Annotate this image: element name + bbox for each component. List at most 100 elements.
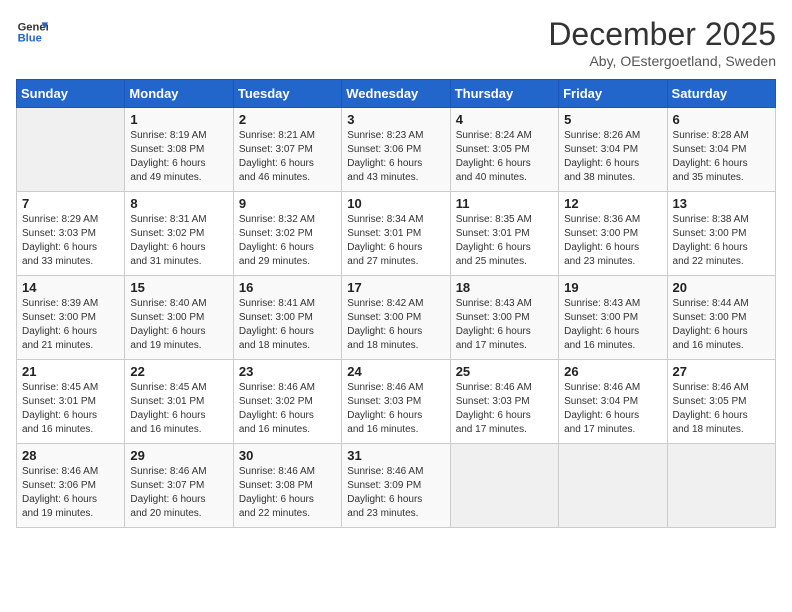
location-subtitle: Aby, OEstergoetland, Sweden	[548, 53, 776, 69]
day-content: Sunrise: 8:26 AM Sunset: 3:04 PM Dayligh…	[564, 129, 661, 185]
day-content: Sunrise: 8:46 AM Sunset: 3:03 PM Dayligh…	[347, 381, 444, 437]
calendar-cell: 26 Sunrise: 8:46 AM Sunset: 3:04 PM Dayli…	[559, 360, 667, 444]
weekday-header-saturday: Saturday	[667, 80, 775, 108]
day-number: 30	[239, 448, 336, 463]
day-number: 8	[130, 196, 227, 211]
day-content: Sunrise: 8:46 AM Sunset: 3:09 PM Dayligh…	[347, 465, 444, 521]
day-content: Sunrise: 8:43 AM Sunset: 3:00 PM Dayligh…	[564, 297, 661, 353]
weekday-header-wednesday: Wednesday	[342, 80, 450, 108]
day-number: 16	[239, 280, 336, 295]
logo: General Blue	[16, 16, 48, 48]
calendar-cell: 6 Sunrise: 8:28 AM Sunset: 3:04 PM Daylig…	[667, 108, 775, 192]
day-number: 23	[239, 364, 336, 379]
week-row-2: 7Sunrise: 8:29 AM Sunset: 3:03 PM Daylig…	[17, 192, 776, 276]
day-number: 24	[347, 364, 444, 379]
day-content: Sunrise: 8:29 AM Sunset: 3:03 PM Dayligh…	[22, 213, 119, 269]
calendar-cell: 13 Sunrise: 8:38 AM Sunset: 3:00 PM Dayli…	[667, 192, 775, 276]
day-content: Sunrise: 8:19 AM Sunset: 3:08 PM Dayligh…	[130, 129, 227, 185]
day-content: Sunrise: 8:46 AM Sunset: 3:04 PM Dayligh…	[564, 381, 661, 437]
day-number: 22	[130, 364, 227, 379]
page-header: General Blue December 2025 Aby, OEstergo…	[16, 16, 776, 69]
day-number: 2	[239, 112, 336, 127]
calendar-cell	[559, 444, 667, 528]
day-number: 18	[456, 280, 553, 295]
day-content: Sunrise: 8:42 AM Sunset: 3:00 PM Dayligh…	[347, 297, 444, 353]
weekday-header-tuesday: Tuesday	[233, 80, 341, 108]
day-content: Sunrise: 8:46 AM Sunset: 3:02 PM Dayligh…	[239, 381, 336, 437]
day-number: 4	[456, 112, 553, 127]
day-content: Sunrise: 8:46 AM Sunset: 3:08 PM Dayligh…	[239, 465, 336, 521]
calendar-cell	[17, 108, 125, 192]
day-number: 13	[673, 196, 770, 211]
day-number: 26	[564, 364, 661, 379]
calendar-cell: 18 Sunrise: 8:43 AM Sunset: 3:00 PM Dayli…	[450, 276, 558, 360]
day-number: 6	[673, 112, 770, 127]
day-content: Sunrise: 8:46 AM Sunset: 3:06 PM Dayligh…	[22, 465, 119, 521]
calendar-cell: 17 Sunrise: 8:42 AM Sunset: 3:00 PM Dayli…	[342, 276, 450, 360]
calendar-cell: 25Sunrise: 8:46 AM Sunset: 3:03 PM Dayli…	[450, 360, 558, 444]
calendar-cell: 23 Sunrise: 8:46 AM Sunset: 3:02 PM Dayli…	[233, 360, 341, 444]
day-content: Sunrise: 8:45 AM Sunset: 3:01 PM Dayligh…	[22, 381, 119, 437]
calendar-cell: 12Sunrise: 8:36 AM Sunset: 3:00 PM Dayli…	[559, 192, 667, 276]
day-number: 17	[347, 280, 444, 295]
day-number: 19	[564, 280, 661, 295]
day-number: 28	[22, 448, 119, 463]
calendar-cell: 28 Sunrise: 8:46 AM Sunset: 3:06 PM Dayli…	[17, 444, 125, 528]
calendar-cell: 16Sunrise: 8:41 AM Sunset: 3:00 PM Dayli…	[233, 276, 341, 360]
day-number: 21	[22, 364, 119, 379]
calendar-cell: 14 Sunrise: 8:39 AM Sunset: 3:00 PM Dayli…	[17, 276, 125, 360]
day-number: 14	[22, 280, 119, 295]
title-block: December 2025 Aby, OEstergoetland, Swede…	[548, 16, 776, 69]
calendar-cell: 27 Sunrise: 8:46 AM Sunset: 3:05 PM Dayli…	[667, 360, 775, 444]
day-number: 3	[347, 112, 444, 127]
calendar-cell: 4 Sunrise: 8:24 AM Sunset: 3:05 PM Daylig…	[450, 108, 558, 192]
day-content: Sunrise: 8:31 AM Sunset: 3:02 PM Dayligh…	[130, 213, 227, 269]
day-content: Sunrise: 8:34 AM Sunset: 3:01 PM Dayligh…	[347, 213, 444, 269]
month-title: December 2025	[548, 16, 776, 53]
day-number: 10	[347, 196, 444, 211]
day-number: 31	[347, 448, 444, 463]
calendar-header-row: SundayMondayTuesdayWednesdayThursdayFrid…	[17, 80, 776, 108]
calendar-cell	[667, 444, 775, 528]
calendar-cell: 10 Sunrise: 8:34 AM Sunset: 3:01 PM Dayli…	[342, 192, 450, 276]
day-content: Sunrise: 8:38 AM Sunset: 3:00 PM Dayligh…	[673, 213, 770, 269]
day-number: 11	[456, 196, 553, 211]
calendar-cell: 31 Sunrise: 8:46 AM Sunset: 3:09 PM Dayli…	[342, 444, 450, 528]
calendar-cell: 7Sunrise: 8:29 AM Sunset: 3:03 PM Daylig…	[17, 192, 125, 276]
calendar-cell: 15Sunrise: 8:40 AM Sunset: 3:00 PM Dayli…	[125, 276, 233, 360]
day-content: Sunrise: 8:36 AM Sunset: 3:00 PM Dayligh…	[564, 213, 661, 269]
calendar-cell: 5Sunrise: 8:26 AM Sunset: 3:04 PM Daylig…	[559, 108, 667, 192]
calendar-cell: 24 Sunrise: 8:46 AM Sunset: 3:03 PM Dayli…	[342, 360, 450, 444]
day-content: Sunrise: 8:40 AM Sunset: 3:00 PM Dayligh…	[130, 297, 227, 353]
week-row-1: 1Sunrise: 8:19 AM Sunset: 3:08 PM Daylig…	[17, 108, 776, 192]
day-content: Sunrise: 8:32 AM Sunset: 3:02 PM Dayligh…	[239, 213, 336, 269]
day-number: 27	[673, 364, 770, 379]
calendar-cell: 2 Sunrise: 8:21 AM Sunset: 3:07 PM Daylig…	[233, 108, 341, 192]
day-number: 29	[130, 448, 227, 463]
calendar-cell: 29 Sunrise: 8:46 AM Sunset: 3:07 PM Dayli…	[125, 444, 233, 528]
calendar-cell: 21 Sunrise: 8:45 AM Sunset: 3:01 PM Dayli…	[17, 360, 125, 444]
calendar-cell: 3Sunrise: 8:23 AM Sunset: 3:06 PM Daylig…	[342, 108, 450, 192]
day-content: Sunrise: 8:46 AM Sunset: 3:03 PM Dayligh…	[456, 381, 553, 437]
calendar-cell: 22 Sunrise: 8:45 AM Sunset: 3:01 PM Dayli…	[125, 360, 233, 444]
weekday-header-sunday: Sunday	[17, 80, 125, 108]
day-content: Sunrise: 8:28 AM Sunset: 3:04 PM Dayligh…	[673, 129, 770, 185]
weekday-header-friday: Friday	[559, 80, 667, 108]
weekday-header-thursday: Thursday	[450, 80, 558, 108]
calendar-cell: 9Sunrise: 8:32 AM Sunset: 3:02 PM Daylig…	[233, 192, 341, 276]
day-content: Sunrise: 8:43 AM Sunset: 3:00 PM Dayligh…	[456, 297, 553, 353]
calendar-table: SundayMondayTuesdayWednesdayThursdayFrid…	[16, 79, 776, 528]
day-content: Sunrise: 8:39 AM Sunset: 3:00 PM Dayligh…	[22, 297, 119, 353]
day-content: Sunrise: 8:21 AM Sunset: 3:07 PM Dayligh…	[239, 129, 336, 185]
calendar-cell	[450, 444, 558, 528]
calendar-cell: 19 Sunrise: 8:43 AM Sunset: 3:00 PM Dayli…	[559, 276, 667, 360]
day-content: Sunrise: 8:45 AM Sunset: 3:01 PM Dayligh…	[130, 381, 227, 437]
day-number: 20	[673, 280, 770, 295]
day-content: Sunrise: 8:46 AM Sunset: 3:05 PM Dayligh…	[673, 381, 770, 437]
calendar-cell: 20 Sunrise: 8:44 AM Sunset: 3:00 PM Dayli…	[667, 276, 775, 360]
calendar-cell: 1Sunrise: 8:19 AM Sunset: 3:08 PM Daylig…	[125, 108, 233, 192]
day-content: Sunrise: 8:44 AM Sunset: 3:00 PM Dayligh…	[673, 297, 770, 353]
week-row-4: 21 Sunrise: 8:45 AM Sunset: 3:01 PM Dayli…	[17, 360, 776, 444]
day-content: Sunrise: 8:46 AM Sunset: 3:07 PM Dayligh…	[130, 465, 227, 521]
day-content: Sunrise: 8:24 AM Sunset: 3:05 PM Dayligh…	[456, 129, 553, 185]
